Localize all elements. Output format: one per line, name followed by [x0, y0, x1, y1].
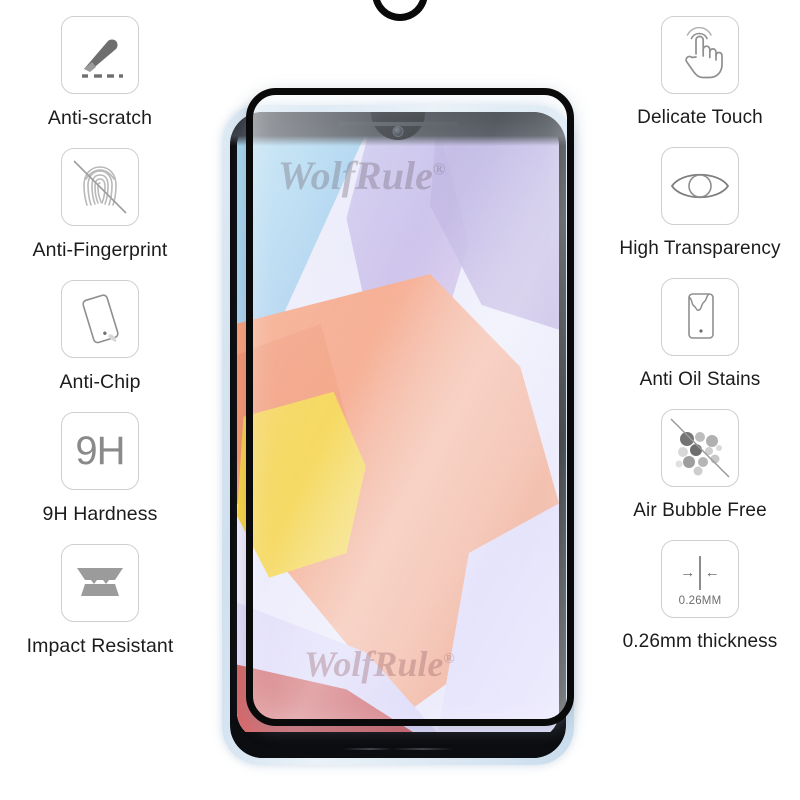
phone-oil-stain-icon	[661, 278, 739, 356]
tempered-glass-protector	[246, 88, 574, 726]
thickness-icon-text: 0.26MM	[678, 594, 722, 607]
feature-label: Impact Resistant	[26, 635, 174, 657]
feature-anti-chip: Anti-Chip	[0, 280, 200, 394]
touch-hand-icon	[661, 16, 739, 94]
feature-label: Anti Oil Stains	[639, 369, 761, 390]
phone-with-screen-protector: WolfRule® WolfRule®	[200, 0, 600, 800]
glass-glare	[253, 95, 567, 719]
feature-label: Delicate Touch	[637, 107, 763, 128]
feature-bubbles-blocked-feature: Air Bubble Free	[600, 409, 800, 522]
feature-column-left: Anti-scratch Anti-Fingerprint Anti-Chip …	[0, 0, 200, 800]
nine-h-hardness-icon: 9H	[61, 412, 139, 490]
feature-label: Anti-Chip	[59, 371, 141, 393]
screen-bottom-chin	[230, 732, 566, 758]
feature-label: 0.26mm thickness	[622, 631, 778, 652]
feature-label: Air Bubble Free	[633, 500, 767, 521]
feature-label: Anti-Fingerprint	[32, 239, 168, 261]
feature-anti-oil-stains: Anti Oil Stains	[600, 278, 800, 391]
fingerprint-blocked-icon	[61, 148, 139, 226]
feature-impact-resistant: Impact Resistant	[0, 544, 200, 658]
feature-9h-hardness: 9H 9H Hardness	[0, 412, 200, 526]
feature-label: 9H Hardness	[42, 503, 158, 525]
eye-icon	[661, 147, 739, 225]
arrow-right-icon: →	[680, 564, 696, 581]
feature-label: Anti-scratch	[47, 107, 153, 129]
feature-delicate-touch: Delicate Touch	[600, 16, 800, 129]
feature-anti-scratch: Anti-scratch	[0, 16, 200, 130]
caliper-center-line	[699, 555, 701, 590]
feature-high-transparency: High Transparency	[600, 147, 800, 260]
thickness-caliper-icon: → ← 0.26MM	[661, 540, 739, 618]
bubbles-blocked-icon	[661, 409, 739, 487]
chin-detail	[343, 748, 453, 750]
caliper-arrows: → ←	[680, 555, 720, 590]
impact-layers-icon	[61, 544, 139, 622]
feature-column-right: Delicate Touch High Transparency Anti Oi…	[600, 0, 800, 800]
protector-notch-cutout	[372, 0, 428, 21]
feature-thickness: → ← 0.26MM 0.26mm thickness	[600, 540, 800, 653]
product-feature-image: Anti-scratch Anti-Fingerprint Anti-Chip …	[0, 0, 800, 800]
phone-chip-icon	[61, 280, 139, 358]
knife-scratch-icon	[61, 16, 139, 94]
feature-label: High Transparency	[619, 238, 781, 259]
arrow-left-icon: ←	[704, 564, 720, 581]
feature-anti-fingerprint: Anti-Fingerprint	[0, 148, 200, 262]
nine-h-icon-text: 9H	[75, 429, 125, 473]
